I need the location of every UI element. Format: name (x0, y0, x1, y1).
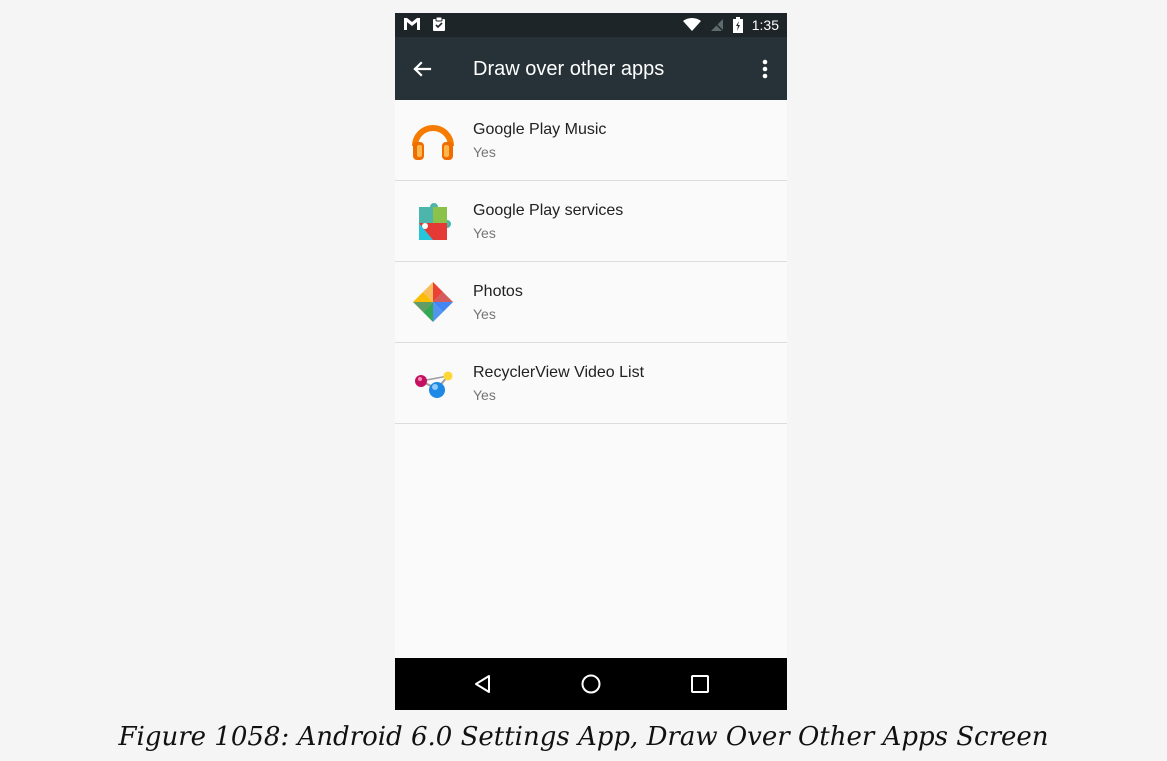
list-item-google-play-services[interactable]: Google Play services Yes (395, 181, 787, 262)
status-time: 1:35 (751, 17, 779, 33)
app-name: RecyclerView Video List (473, 364, 645, 381)
app-name: Google Play Music (473, 121, 607, 138)
clipboard-check-icon (433, 16, 445, 31)
molecule-icon (415, 371, 453, 398)
app-status: Yes (473, 387, 496, 403)
page: 1:35 Draw over other apps Google Play Mu… (0, 0, 1167, 761)
app-status: Yes (473, 144, 496, 160)
puzzle-icon (419, 203, 451, 240)
app-list: Google Play Music Yes Google Play servic… (395, 100, 787, 424)
list-item-photos[interactable]: Photos Yes (395, 262, 787, 343)
status-bar: 1:35 (395, 13, 787, 37)
figure-caption: Figure 1058: Android 6.0 Settings App, D… (118, 722, 1049, 752)
recents-square-icon[interactable] (688, 672, 712, 696)
list-item-recyclerview-video-list[interactable]: RecyclerView Video List Yes (395, 343, 787, 424)
more-vert-icon[interactable] (757, 56, 773, 82)
app-status: Yes (473, 225, 496, 241)
back-triangle-icon[interactable] (471, 672, 495, 696)
no-sim-icon (710, 18, 724, 32)
home-circle-icon[interactable] (579, 672, 603, 696)
app-status: Yes (473, 306, 496, 322)
phone-screen: 1:35 Draw over other apps Google Play Mu… (395, 13, 787, 710)
app-name: Photos (473, 283, 523, 300)
headphones-icon (412, 125, 454, 160)
battery-charging-icon (732, 17, 743, 33)
list-item-google-play-music[interactable]: Google Play Music Yes (395, 100, 787, 181)
gmail-icon (404, 18, 420, 30)
wifi-icon (682, 18, 701, 31)
pinwheel-icon (413, 282, 453, 322)
arrow-back-icon[interactable] (409, 56, 435, 82)
nav-bar (395, 658, 787, 710)
toolbar: Draw over other apps (395, 37, 787, 100)
app-name: Google Play services (473, 202, 624, 219)
page-title: Draw over other apps (473, 58, 665, 80)
